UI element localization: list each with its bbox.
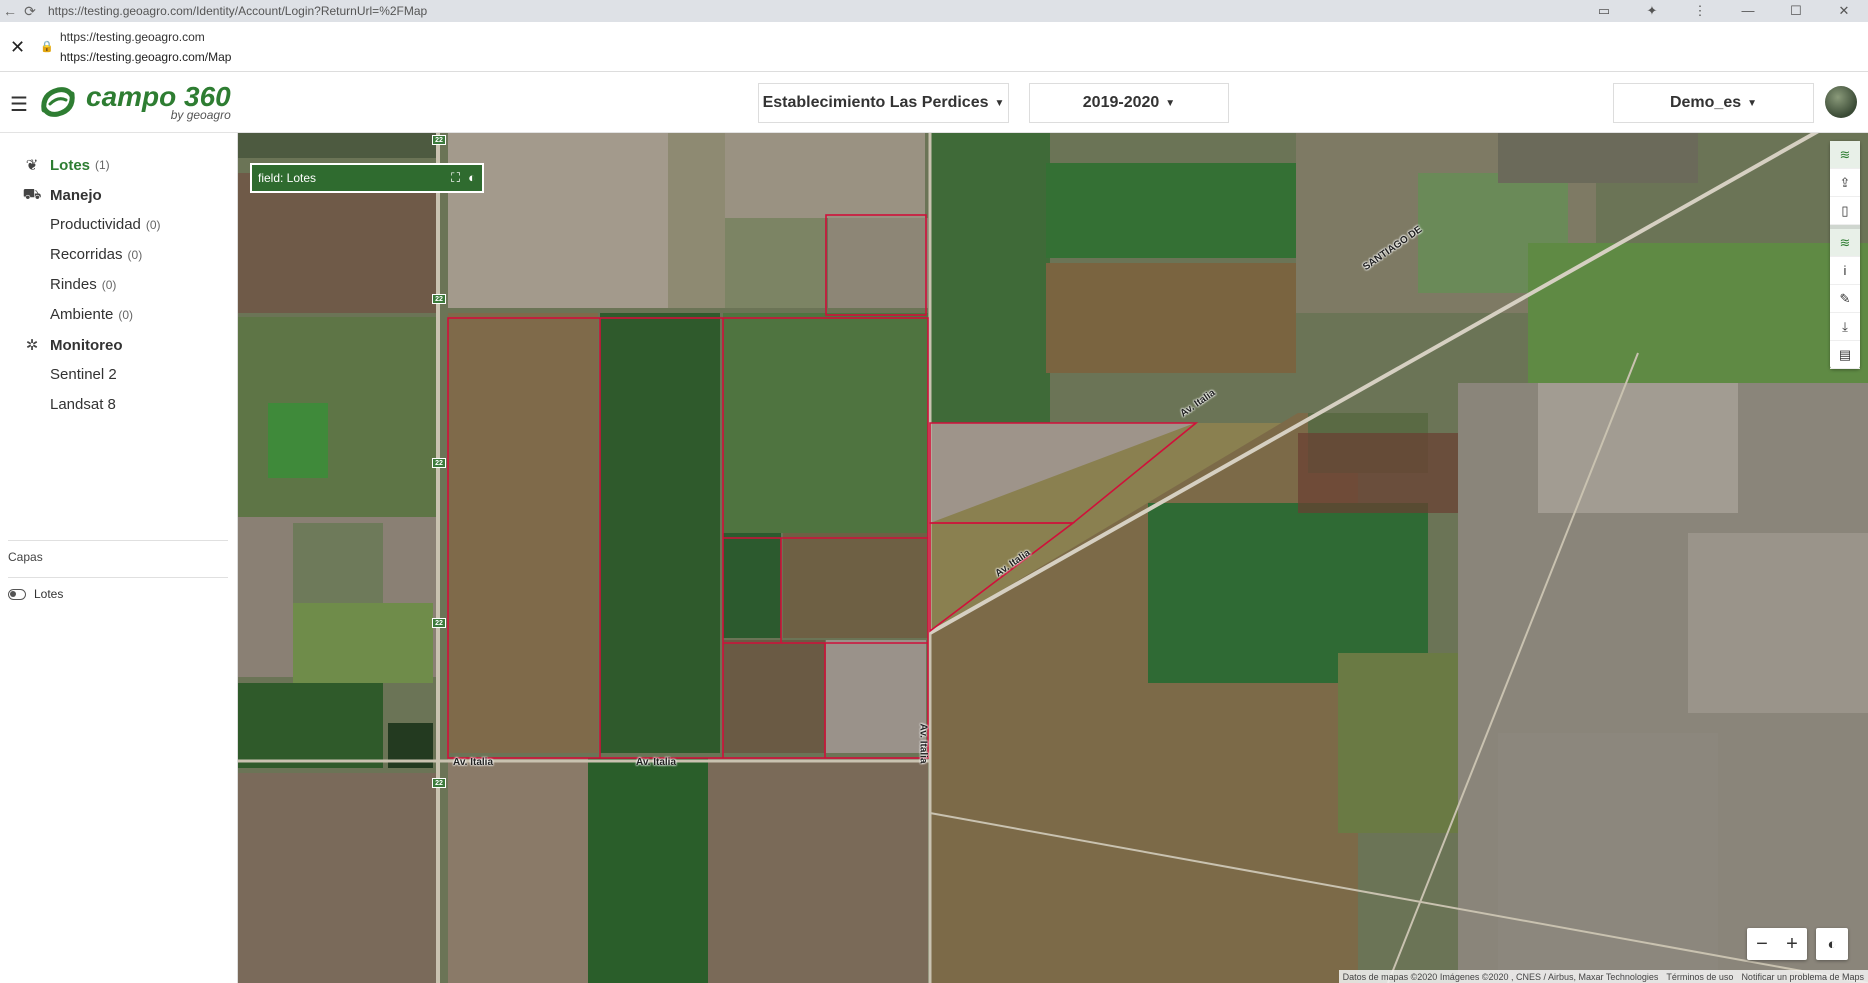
road-label: Av. Italia [453,757,494,768]
sidebar-item-count: (0) [101,277,117,292]
season-label: 2019-2020 [1082,94,1160,111]
popup-url-full: https://testing.geoagro.com/Map [60,50,232,64]
user-dropdown[interactable]: Demo_es ▼ [1613,83,1814,123]
hamburger-menu-icon[interactable]: ☰ [10,92,28,117]
establishment-dropdown[interactable]: Establecimiento Las Perdices ▼ [758,83,1009,123]
minimize-icon[interactable]: — [1724,3,1772,19]
tractor-icon: ⛟ [22,186,42,203]
map-toolbar: ≋ ⇪ ▯ ≋ i ✎ ⤓ ▤ [1830,141,1860,369]
layer-toggle-label: Lotes [34,587,64,601]
sidebar-item-monitoreo[interactable]: ✲ Monitoreo [22,336,123,355]
sidebar-item-label: Ambiente [50,306,114,323]
route-shield: 22 [432,294,446,304]
layers-icon[interactable]: ≋ [1830,141,1860,169]
sidebar-item-ambiente[interactable]: Ambiente (0) [50,306,133,323]
menu-dots-icon[interactable]: ⋮ [1676,3,1724,19]
popup-url-origin: https://testing.geoagro.com [60,30,205,44]
season-dropdown[interactable]: 2019-2020 ▼ [1029,83,1229,123]
info-icon[interactable]: i [1830,257,1860,285]
maximize-icon[interactable]: ☐ [1772,3,1820,19]
map-view[interactable]: field: Lotes ⛶ ◐ 22 22 22 22 22 Av. Ital… [238,133,1868,983]
document-icon[interactable]: ▤ [1830,341,1860,369]
sidebar-item-label: Productividad [50,216,141,233]
sidebar-item-label: Manejo [50,187,102,204]
sidebar-item-label: Rindes [50,276,97,293]
field-layer-box: field: Lotes ⛶ ◐ [250,163,484,193]
user-label: Demo_es [1669,94,1742,111]
logo-mark-icon [41,87,75,117]
app-header: ☰ campo 360 by geoagro Establecimiento L… [0,72,1868,133]
close-icon[interactable]: ✕ [10,37,25,58]
attribution-text: Datos de mapas ©2020 Imágenes ©2020 , CN… [1342,971,1659,982]
sidebar-item-rindes[interactable]: Rindes (0) [50,276,116,293]
upload-icon[interactable]: ⇪ [1830,169,1860,197]
satellite-imagery [238,133,1868,983]
road-label: Av. Italia [917,723,929,764]
map-attribution: Datos de mapas ©2020 Imágenes ©2020 , CN… [1338,970,1868,983]
zoom-control: − + [1747,928,1807,960]
capas-heading: Capas [8,550,43,564]
chevron-down-icon: ▼ [1747,97,1758,109]
layer-toggle-lotes[interactable]: Lotes [8,587,63,601]
route-shield: 22 [432,135,446,145]
establishment-label: Establecimiento Las Perdices [762,94,989,111]
browser-tab-bar: ← ⟳ https://testing.geoagro.com/Identity… [0,0,1868,22]
divider [8,577,228,578]
extensions-icon[interactable]: ✦ [1628,3,1676,19]
chevron-down-icon: ▼ [1165,97,1176,109]
download-icon[interactable]: ⤓ [1830,313,1860,341]
reload-icon[interactable]: ⟳ [20,3,40,20]
sidebar-item-label: Landsat 8 [50,396,116,413]
chevron-down-icon: ▼ [994,97,1005,109]
map-style-palette-icon[interactable]: ◐ [1816,928,1848,960]
sidebar-item-label: Lotes [50,156,91,174]
sidebar-item-lotes[interactable]: ❦ Lotes (1) [22,156,110,175]
route-shield: 22 [432,458,446,468]
zoom-in-button[interactable]: + [1777,928,1807,960]
popup-url-bar: ✕ 🔒 https://testing.geoagro.com https://… [0,22,1868,72]
sidebar-item-manejo[interactable]: ⛟ Manejo [22,186,102,205]
logo-subtitle: by geoagro [170,108,231,122]
toggle-icon[interactable] [8,588,26,600]
sidebar-item-label: Recorridas [50,246,123,263]
avatar[interactable] [1825,86,1857,118]
route-shield: 22 [432,778,446,788]
field-layer-label: field: Lotes [258,171,317,185]
sidebar-item-label: Sentinel 2 [50,366,117,383]
fullscreen-icon[interactable]: ⛶ [451,170,460,186]
sidebar-item-sentinel2[interactable]: Sentinel 2 [50,366,117,383]
palette-icon[interactable]: ◐ [468,170,476,186]
layer-stack-icon[interactable]: ≋ [1830,229,1860,257]
back-icon[interactable]: ← [0,3,20,19]
sidebar: ❦ Lotes (1) ⛟ Manejo Productividad (0) R… [0,133,238,983]
lock-icon: 🔒 [40,41,54,53]
logo-title: campo 360 [86,81,231,112]
cast-icon[interactable]: ▭ [1580,3,1628,19]
sidebar-item-productividad[interactable]: Productividad (0) [50,216,161,233]
sidebar-item-label: Monitoreo [50,336,123,354]
browser-url[interactable]: https://testing.geoagro.com/Identity/Acc… [48,4,427,18]
terms-link[interactable]: Términos de uso [1666,972,1733,982]
road-label: Av. Italia [636,757,677,768]
sidebar-item-landsat8[interactable]: Landsat 8 [50,396,116,413]
sprout-icon: ❦ [25,157,39,174]
zoom-out-button[interactable]: − [1747,928,1777,960]
edit-icon[interactable]: ✎ [1830,285,1860,313]
mobile-icon[interactable]: ▯ [1830,197,1860,225]
sidebar-item-count: (0) [145,217,161,232]
report-problem-link[interactable]: Notificar un problema de Maps [1741,972,1864,982]
satellite-icon: ✲ [25,337,39,354]
sidebar-item-count: (0) [127,247,143,262]
divider [8,540,228,541]
logo[interactable]: campo 360 by geoagro [36,80,231,124]
window-close-icon[interactable]: ✕ [1820,3,1868,19]
sidebar-item-recorridas[interactable]: Recorridas (0) [50,246,142,263]
sidebar-item-count: (1) [95,158,110,172]
route-shield: 22 [432,618,446,628]
sidebar-item-count: (0) [118,307,134,322]
